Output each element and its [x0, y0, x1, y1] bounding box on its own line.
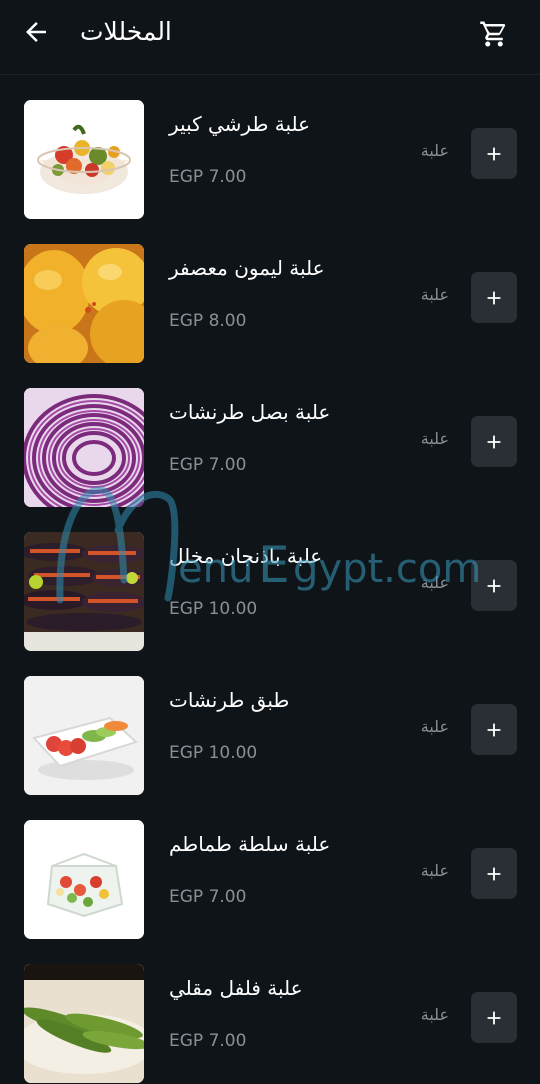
red-onion-slices-image	[24, 388, 144, 507]
item-name: علبة ليمون معصفر	[169, 256, 325, 280]
plus-icon	[487, 867, 501, 880]
item-name: علبة سلطة طماطم	[169, 832, 331, 856]
item-info: علبة ليمون معصفر علبة EGP 8.00	[169, 254, 449, 333]
mixed-pickles-bowl-image	[24, 100, 144, 219]
plus-icon	[487, 435, 501, 448]
plus-icon	[487, 147, 501, 160]
item-name: علبة طرشي كبير	[169, 112, 311, 136]
item-name: طبق طرنشات	[169, 688, 290, 712]
back-button[interactable]	[18, 14, 54, 50]
list-item[interactable]: علبة باذنجان مخلل علبة EGP 10.00	[0, 508, 540, 652]
sliced-vegetables-plate-image	[24, 676, 144, 795]
list-item[interactable]: علبة سلطة طماطم علبة EGP 7.00	[0, 796, 540, 940]
list-item[interactable]: علبة بصل طرنشات علبة EGP 7.00	[0, 364, 540, 508]
tomato-salad-box-image	[24, 820, 144, 939]
item-price: EGP 10.00	[169, 743, 258, 763]
item-unit: علبة	[420, 861, 449, 880]
add-to-cart-button[interactable]	[471, 992, 517, 1043]
add-to-cart-button[interactable]	[471, 704, 517, 755]
list-item[interactable]: علبة فلفل مقلي علبة EGP 7.00	[0, 940, 540, 1084]
plus-icon	[487, 1011, 501, 1024]
add-to-cart-button[interactable]	[471, 416, 517, 467]
plus-icon	[487, 579, 501, 592]
item-unit: علبة	[420, 285, 449, 304]
item-name: علبة فلفل مقلي	[169, 976, 303, 1000]
arrow-left-icon	[26, 22, 46, 42]
list-item[interactable]: علبة طرشي كبير علبة EGP 7.00	[0, 76, 540, 220]
add-to-cart-button[interactable]	[471, 128, 517, 179]
page-title: المخللات	[80, 17, 172, 46]
fried-green-peppers-image	[24, 964, 144, 1083]
item-name: علبة باذنجان مخلل	[169, 544, 323, 568]
add-to-cart-button[interactable]	[471, 560, 517, 611]
plus-icon	[487, 291, 501, 304]
plus-icon	[487, 723, 501, 736]
item-unit: علبة	[420, 141, 449, 160]
item-price: EGP 7.00	[169, 887, 247, 907]
item-price: EGP 10.00	[169, 599, 258, 619]
item-info: طبق طرنشات علبة EGP 10.00	[169, 686, 449, 765]
yellow-lemons-image	[24, 244, 144, 363]
item-info: علبة باذنجان مخلل علبة EGP 10.00	[169, 542, 449, 621]
list-item[interactable]: طبق طرنشات علبة EGP 10.00	[0, 652, 540, 796]
item-price: EGP 7.00	[169, 167, 247, 187]
item-price: EGP 8.00	[169, 311, 247, 331]
item-info: علبة سلطة طماطم علبة EGP 7.00	[169, 830, 449, 909]
add-to-cart-button[interactable]	[471, 272, 517, 323]
add-to-cart-button[interactable]	[471, 848, 517, 899]
item-unit: علبة	[420, 1005, 449, 1024]
cart-icon	[480, 21, 506, 47]
item-unit: علبة	[420, 717, 449, 736]
item-unit: علبة	[420, 429, 449, 448]
item-info: علبة طرشي كبير علبة EGP 7.00	[169, 110, 449, 189]
item-price: EGP 7.00	[169, 1031, 247, 1051]
item-info: علبة فلفل مقلي علبة EGP 7.00	[169, 974, 449, 1053]
item-name: علبة بصل طرنشات	[169, 400, 331, 424]
pickled-eggplant-tray-image	[24, 532, 144, 651]
app-bar: المخللات	[0, 0, 540, 75]
list-item[interactable]: علبة ليمون معصفر علبة EGP 8.00	[0, 220, 540, 364]
item-info: علبة بصل طرنشات علبة EGP 7.00	[169, 398, 449, 477]
item-unit: علبة	[420, 573, 449, 592]
cart-button[interactable]	[474, 14, 514, 54]
item-price: EGP 7.00	[169, 455, 247, 475]
